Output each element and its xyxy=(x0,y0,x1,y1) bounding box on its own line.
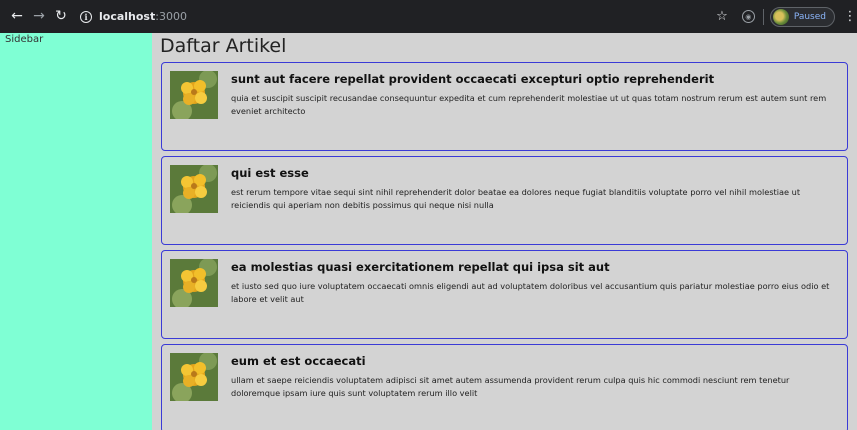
browser-toolbar: ← → ↻ i localhost :3000 ☆ ◉ Paused ⋮ xyxy=(0,0,857,33)
reload-icon[interactable]: ↻ xyxy=(50,5,72,27)
bookmark-star-icon[interactable]: ☆ xyxy=(716,9,728,24)
article-body: et iusto sed quo iure voluptatem occaeca… xyxy=(231,281,830,304)
url-port: :3000 xyxy=(155,10,187,23)
article-title: ea molestias quasi exercitationem repell… xyxy=(231,260,610,274)
extension-icon[interactable]: ◉ xyxy=(741,10,755,23)
article-body: ullam et saepe reiciendis voluptatem adi… xyxy=(231,375,790,398)
article-body: quia et suscipit suscipit recusandae con… xyxy=(231,93,827,116)
main-content: Daftar Artikel sunt aut facere repellat … xyxy=(152,33,857,430)
article-thumbnail xyxy=(170,259,218,307)
article-card[interactable]: qui est esse est rerum tempore vitae seq… xyxy=(161,156,848,245)
article-thumbnail xyxy=(170,71,218,119)
article-body: est rerum tempore vitae sequi sint nihil… xyxy=(231,187,801,210)
address-bar[interactable]: i localhost :3000 xyxy=(80,5,760,28)
toolbar-right: ☆ ◉ Paused ⋮ xyxy=(716,0,857,33)
sidebar-label: Sidebar xyxy=(5,34,44,45)
profile-button[interactable]: Paused xyxy=(769,6,835,27)
kebab-menu-icon[interactable]: ⋮ xyxy=(843,9,857,24)
avatar xyxy=(772,8,789,25)
page-title: Daftar Artikel xyxy=(160,35,287,57)
article-card[interactable]: sunt aut facere repellat provident occae… xyxy=(161,62,848,151)
article-card[interactable]: ea molestias quasi exercitationem repell… xyxy=(161,250,848,339)
article-thumbnail xyxy=(170,353,218,401)
article-thumbnail xyxy=(170,165,218,213)
forward-arrow-icon[interactable]: → xyxy=(28,5,50,27)
toolbar-separator xyxy=(762,8,764,25)
article-title: eum et est occaecati xyxy=(231,354,366,368)
profile-status: Paused xyxy=(793,11,826,22)
info-icon[interactable]: i xyxy=(80,10,92,23)
back-arrow-icon[interactable]: ← xyxy=(6,5,28,27)
article-card[interactable]: eum et est occaecati ullam et saepe reic… xyxy=(161,344,848,430)
url-host: localhost xyxy=(99,10,156,23)
article-title: qui est esse xyxy=(231,166,309,180)
sidebar: Sidebar xyxy=(0,33,152,430)
article-title: sunt aut facere repellat provident occae… xyxy=(231,72,715,86)
